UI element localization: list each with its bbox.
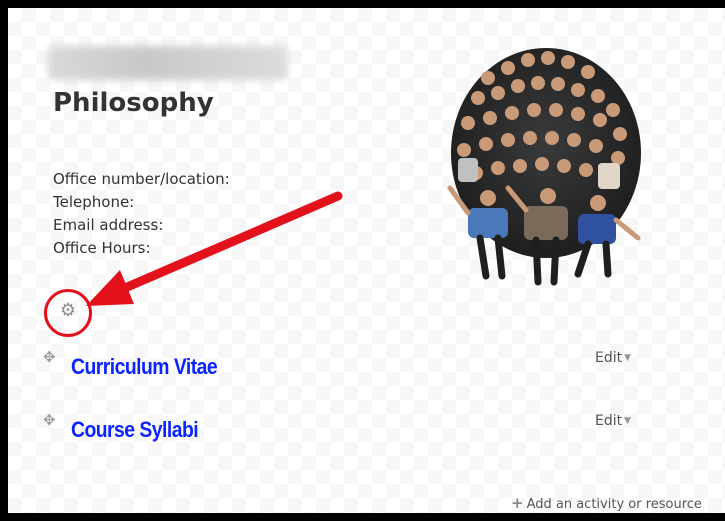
caret-down-icon: ▼: [624, 416, 632, 426]
crowd-photo: [447, 48, 641, 286]
edit-label: Edit: [595, 350, 623, 366]
activity-link-curriculum-vitae[interactable]: Curriculum Vitae: [71, 354, 218, 380]
move-arrows-icon[interactable]: ✥: [43, 411, 61, 429]
move-arrows-icon[interactable]: ✥: [43, 348, 61, 366]
activity-row: ✥ Curriculum Vitae Edit ▼: [43, 348, 725, 388]
activity-row: ✥ Course Syllabi Edit ▼: [43, 411, 725, 451]
edit-menu[interactable]: Edit ▼: [595, 413, 631, 429]
edit-label: Edit: [595, 413, 623, 429]
telephone-label: Telephone:: [53, 193, 135, 211]
add-activity-label: Add an activity or resource: [526, 497, 702, 512]
redacted-instructor-name: [48, 46, 288, 80]
office-hours-label: Office Hours:: [53, 239, 151, 257]
contact-info-list: Office number/location: Telephone: Email…: [53, 168, 230, 260]
activity-link-course-syllabi[interactable]: Course Syllabi: [71, 417, 199, 443]
gear-icon[interactable]: ⚙: [58, 301, 78, 321]
plus-icon: +: [511, 494, 524, 512]
add-activity-button[interactable]: + Add an activity or resource: [511, 494, 702, 512]
caret-down-icon: ▼: [624, 353, 632, 363]
email-label: Email address:: [53, 216, 164, 234]
course-section-panel: Philosophy Office number/location: Telep…: [0, 0, 725, 521]
edit-menu[interactable]: Edit ▼: [595, 350, 631, 366]
office-location-label: Office number/location:: [53, 170, 230, 188]
section-title: Philosophy: [53, 88, 214, 118]
